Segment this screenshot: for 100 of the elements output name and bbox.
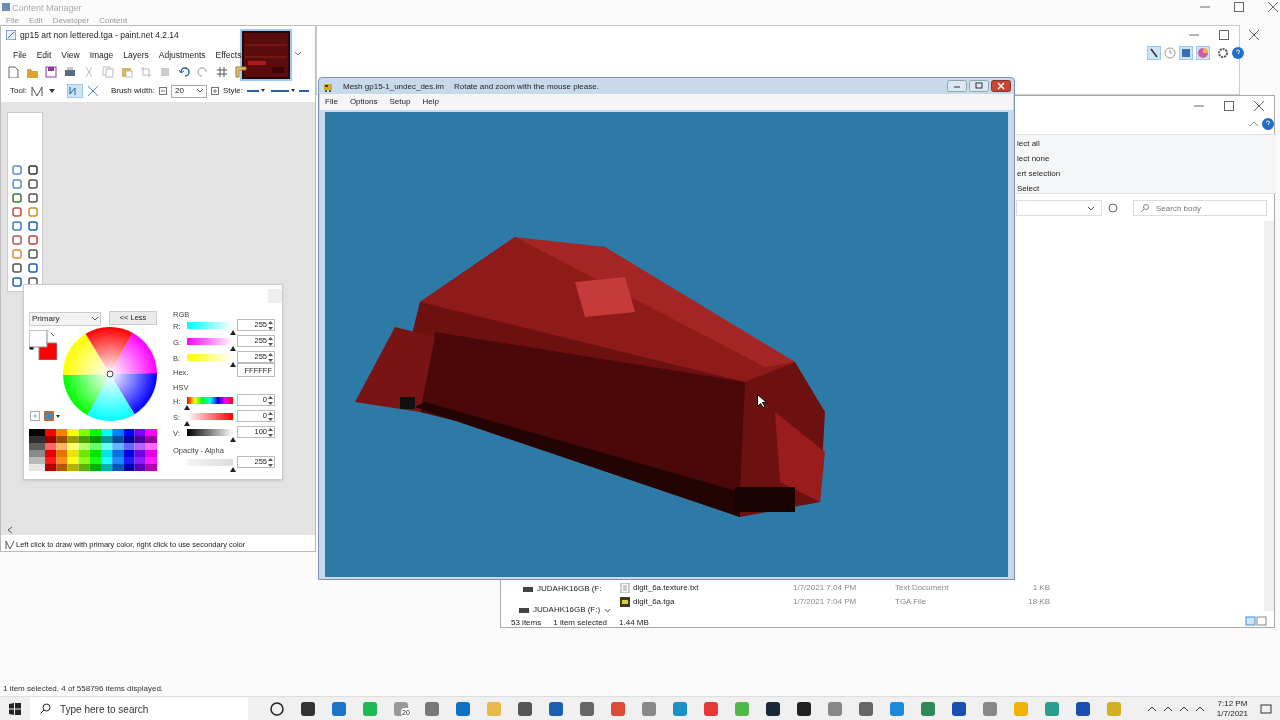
taskbar-app-icon[interactable] [950,699,968,718]
tool-icon[interactable] [27,248,39,260]
tool-icon[interactable] [27,178,39,190]
slider-thumb[interactable] [230,467,236,472]
windows-start-icon[interactable] [9,702,21,715]
maximize-icon[interactable] [1219,30,1229,40]
taskbar-app-icon[interactable] [299,699,317,718]
ruler-icon[interactable] [235,66,247,78]
tool-icon[interactable] [27,262,39,274]
taskbar-app-icon[interactable] [795,699,813,718]
drive-icon [519,607,529,613]
clock[interactable]: 7:12 PM 1/7/2021 [1216,698,1248,719]
file-size: 18 KB [1027,596,1050,608]
menu-item[interactable]: Adjustments [158,49,206,62]
image-file-icon [620,597,630,607]
menu-item[interactable]: Options [349,96,378,108]
ribbon-item[interactable]: lect all [1017,138,1061,150]
chevron-down-icon [604,607,612,613]
status-text: 53 items [511,617,542,629]
train-icon [323,82,333,92]
window-title: Content Manager [12,2,82,15]
scrollbar[interactable] [1264,221,1274,611]
layers-icon [1179,46,1193,60]
menu-item[interactable]: File [13,49,27,62]
spin-icon [268,336,273,346]
maximize-icon[interactable] [1234,2,1244,12]
tool-icon[interactable] [27,220,39,232]
menu-item[interactable]: File [325,96,338,108]
window-title: Mesh gp15-1_undec_des.im [343,81,444,93]
style-label: Style: [222,85,243,97]
ribbon-item[interactable]: Select [1017,183,1061,195]
search-field[interactable]: Type here to search [30,697,248,720]
chevron-down-icon [92,317,98,321]
slider-thumb[interactable] [230,330,236,335]
menu-item[interactable]: Help [422,96,439,108]
color-wheel-icon [1196,46,1210,60]
nav-item[interactable]: JUDAHK16GB (F:) [533,604,601,616]
tool-icon[interactable] [27,192,39,204]
collapse-icon [1249,121,1259,127]
search-icon [1141,204,1149,212]
app-icon [2,3,10,11]
slider-thumb[interactable] [230,346,236,351]
minimize-icon[interactable] [947,80,967,94]
menu-item[interactable]: View [61,49,80,62]
slider-thumb[interactable] [184,421,190,426]
search-icon [40,702,51,714]
app-icon [6,30,16,40]
undo-icon[interactable] [178,66,190,78]
minus-icon [158,87,167,95]
close-icon[interactable] [991,80,1011,94]
tool-icon[interactable] [27,164,39,176]
chevron-down-icon [294,51,302,57]
status-text: 1 item selected. 4 of 558796 items displayed. [3,683,164,695]
new-file-icon[interactable] [7,66,19,78]
slider-thumb[interactable] [184,405,190,410]
plus-icon [210,87,219,95]
file-name[interactable]: digit_6a.tga [633,596,793,608]
status-text: 1 item selected [553,617,608,629]
line-mode-icon [66,84,83,98]
menu-item[interactable]: Edit [36,49,52,62]
close-icon[interactable] [1268,2,1278,12]
menu-item[interactable]: Setup [389,96,411,108]
slider-thumb[interactable] [230,437,236,442]
spin-icon [268,352,273,362]
search-field[interactable]: Search body [1133,200,1267,216]
menu-item[interactable]: Image [89,49,114,62]
close-icon[interactable] [1249,30,1259,40]
history-icon [1164,47,1176,59]
address-field[interactable] [1016,200,1102,216]
cursor-icon [757,394,767,408]
taskbar-app-icon[interactable] [1074,699,1092,718]
file-type: Text Document [895,582,950,594]
cortana-icon[interactable] [268,699,286,718]
chevron-down-icon [1087,206,1095,211]
slider-thumb[interactable] [230,362,236,367]
menu-item[interactable]: Effects [215,49,242,62]
grid-icon[interactable] [216,66,228,78]
save-icon[interactable] [45,66,57,78]
maximize-icon[interactable] [1224,101,1234,111]
mode-dropdown[interactable]: Primary [29,312,101,326]
tool-icon[interactable] [11,276,23,288]
close-icon[interactable] [1254,101,1264,111]
menu-item[interactable]: Layers [123,49,149,62]
nav-item[interactable]: JUDAHK16GB (F: [537,583,602,595]
palette-icon [44,411,60,421]
ribbon-item[interactable]: lect none [1017,153,1061,165]
status-text: 1.44 MB [619,617,649,629]
file-type: TGA File [895,596,928,608]
ribbon-item[interactable]: ert selection [1017,168,1061,180]
taskbar-app-icon[interactable] [516,699,534,718]
color-swatches-icon [29,330,57,360]
print-icon[interactable] [64,66,76,78]
file-name[interactable]: digit_6a.texture.txt [633,582,793,594]
window-subtitle: Rotate and zoom with the mouse please. [453,81,599,93]
brush-width-field[interactable]: 20 [170,84,207,98]
tool-label: Tool: [10,85,27,97]
hammer-icon [1147,46,1161,60]
taskbar-app-icon[interactable] [764,699,782,718]
tool-icon[interactable] [11,262,23,274]
spin-icon [268,411,273,421]
